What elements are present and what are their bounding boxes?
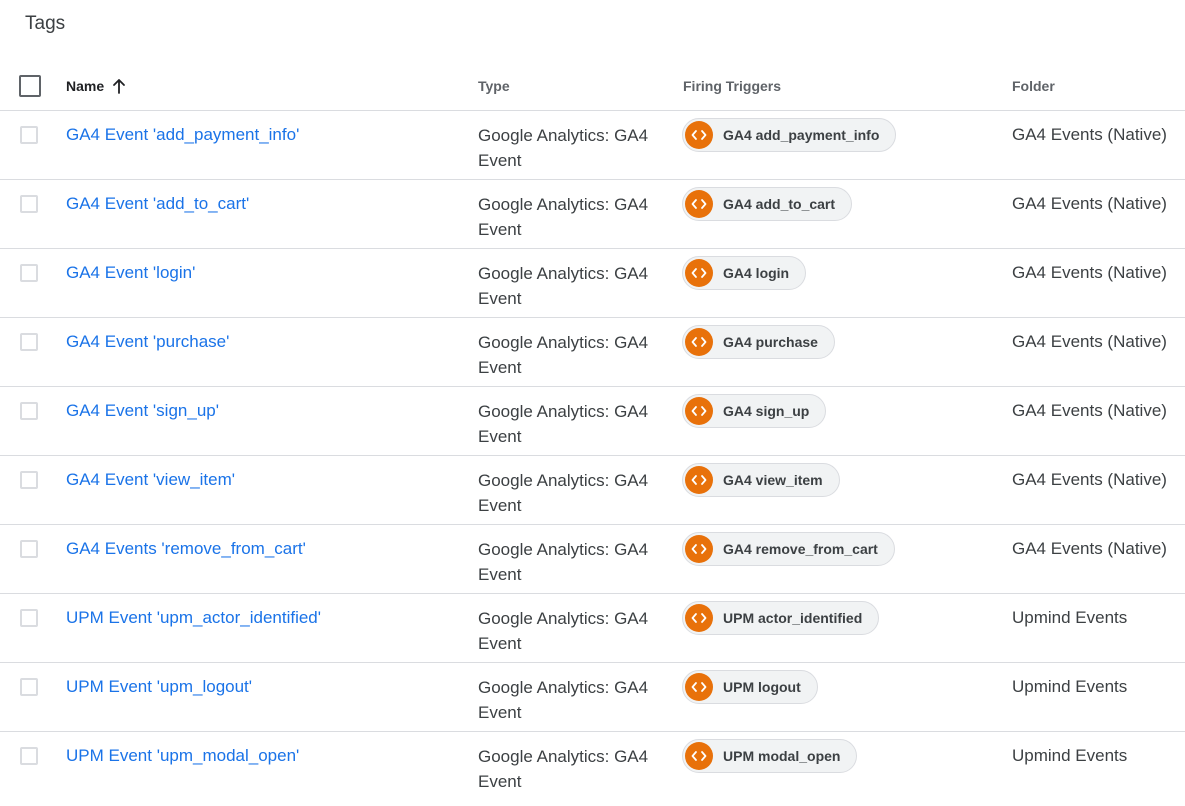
trigger-chip-label: GA4 sign_up bbox=[723, 403, 810, 419]
row-checkbox[interactable] bbox=[20, 747, 38, 765]
column-header-firing-triggers[interactable]: Firing Triggers bbox=[683, 77, 781, 95]
trigger-chip[interactable]: UPM modal_open bbox=[682, 739, 858, 773]
tag-type: Google Analytics: GA4 Event bbox=[478, 609, 649, 653]
tag-folder: GA4 Events (Native) bbox=[1012, 539, 1167, 558]
table-row[interactable]: GA4 Events 'remove_from_cart' Google Anal… bbox=[0, 525, 1185, 594]
column-header-type[interactable]: Type bbox=[478, 77, 510, 95]
code-brackets-icon bbox=[685, 259, 713, 287]
tag-type: Google Analytics: GA4 Event bbox=[478, 264, 649, 308]
trigger-chip-label: UPM modal_open bbox=[723, 748, 841, 764]
trigger-chip[interactable]: GA4 login bbox=[682, 256, 807, 290]
tag-folder: GA4 Events (Native) bbox=[1012, 194, 1167, 213]
row-checkbox[interactable] bbox=[20, 264, 38, 282]
row-checkbox[interactable] bbox=[20, 195, 38, 213]
tag-folder: GA4 Events (Native) bbox=[1012, 263, 1167, 282]
tag-type: Google Analytics: GA4 Event bbox=[478, 747, 649, 791]
table-row[interactable]: UPM Event 'upm_logout' Google Analytics: … bbox=[0, 663, 1185, 732]
table-row[interactable]: GA4 Event 'sign_up' Google Analytics: GA4… bbox=[0, 387, 1185, 456]
tag-type: Google Analytics: GA4 Event bbox=[478, 540, 649, 584]
code-brackets-icon bbox=[685, 397, 713, 425]
column-header-name-label: Name bbox=[66, 78, 105, 94]
tag-type: Google Analytics: GA4 Event bbox=[478, 678, 649, 722]
trigger-chip-label: GA4 view_item bbox=[723, 472, 823, 488]
trigger-chip[interactable]: GA4 view_item bbox=[682, 463, 840, 497]
row-checkbox[interactable] bbox=[20, 471, 38, 489]
tag-type: Google Analytics: GA4 Event bbox=[478, 195, 649, 239]
tag-name-link[interactable]: GA4 Event 'purchase' bbox=[66, 331, 229, 353]
select-all-checkbox[interactable] bbox=[19, 75, 41, 97]
tag-name-link[interactable]: UPM Event 'upm_logout' bbox=[66, 676, 252, 698]
table-row[interactable]: UPM Event 'upm_modal_open' Google Analyti… bbox=[0, 732, 1185, 801]
trigger-chip[interactable]: UPM logout bbox=[682, 670, 818, 704]
trigger-chip-label: GA4 login bbox=[723, 265, 790, 281]
trigger-chip[interactable]: GA4 remove_from_cart bbox=[682, 532, 895, 566]
row-checkbox[interactable] bbox=[20, 402, 38, 420]
column-header-name[interactable]: Name bbox=[66, 77, 126, 95]
tag-name-link[interactable]: GA4 Events 'remove_from_cart' bbox=[66, 538, 306, 560]
tag-folder: GA4 Events (Native) bbox=[1012, 470, 1167, 489]
trigger-chip-label: GA4 add_to_cart bbox=[723, 196, 836, 212]
trigger-chip-label: UPM actor_identified bbox=[723, 610, 863, 626]
row-checkbox[interactable] bbox=[20, 126, 38, 144]
tag-folder: GA4 Events (Native) bbox=[1012, 332, 1167, 351]
table-body: GA4 Event 'add_payment_info' Google Analy… bbox=[0, 111, 1185, 801]
tag-name-link[interactable]: GA4 Event 'add_payment_info' bbox=[66, 124, 299, 146]
tag-folder: GA4 Events (Native) bbox=[1012, 401, 1167, 420]
row-checkbox[interactable] bbox=[20, 609, 38, 627]
tag-name-link[interactable]: UPM Event 'upm_actor_identified' bbox=[66, 607, 321, 629]
code-brackets-icon bbox=[685, 328, 713, 356]
tag-folder: Upmind Events bbox=[1012, 677, 1128, 696]
code-brackets-icon bbox=[685, 121, 713, 149]
trigger-chip[interactable]: GA4 add_payment_info bbox=[682, 118, 897, 152]
trigger-chip-label: GA4 add_payment_info bbox=[723, 127, 880, 143]
column-header-folder[interactable]: Folder bbox=[1012, 77, 1055, 95]
page-title: Tags bbox=[25, 13, 66, 34]
code-brackets-icon bbox=[685, 535, 713, 563]
tag-name-link[interactable]: GA4 Event 'view_item' bbox=[66, 469, 235, 491]
trigger-chip-label: UPM logout bbox=[723, 679, 801, 695]
table-row[interactable]: GA4 Event 'view_item' Google Analytics: G… bbox=[0, 456, 1185, 525]
table-row[interactable]: UPM Event 'upm_actor_identified' Google A… bbox=[0, 594, 1185, 663]
tag-type: Google Analytics: GA4 Event bbox=[478, 402, 649, 446]
tag-folder: GA4 Events (Native) bbox=[1012, 125, 1167, 144]
code-brackets-icon bbox=[685, 673, 713, 701]
tag-name-link[interactable]: UPM Event 'upm_modal_open' bbox=[66, 745, 299, 767]
code-brackets-icon bbox=[685, 604, 713, 632]
trigger-chip[interactable]: GA4 purchase bbox=[682, 325, 835, 359]
arrow-up-icon[interactable] bbox=[112, 78, 126, 94]
tags-table: Name Type Firing Triggers Folder GA4 Eve… bbox=[0, 60, 1185, 801]
table-header: Name Type Firing Triggers Folder bbox=[0, 60, 1185, 111]
trigger-chip-label: GA4 remove_from_cart bbox=[723, 541, 878, 557]
tag-type: Google Analytics: GA4 Event bbox=[478, 126, 649, 170]
table-row[interactable]: GA4 Event 'add_payment_info' Google Analy… bbox=[0, 111, 1185, 180]
tag-type: Google Analytics: GA4 Event bbox=[478, 333, 649, 377]
table-row[interactable]: GA4 Event 'purchase' Google Analytics: GA… bbox=[0, 318, 1185, 387]
row-checkbox[interactable] bbox=[20, 540, 38, 558]
table-row[interactable]: GA4 Event 'add_to_cart' Google Analytics:… bbox=[0, 180, 1185, 249]
trigger-chip-label: GA4 purchase bbox=[723, 334, 818, 350]
tag-name-link[interactable]: GA4 Event 'add_to_cart' bbox=[66, 193, 249, 215]
tag-folder: Upmind Events bbox=[1012, 608, 1128, 627]
row-checkbox[interactable] bbox=[20, 333, 38, 351]
row-checkbox[interactable] bbox=[20, 678, 38, 696]
tag-type: Google Analytics: GA4 Event bbox=[478, 471, 649, 515]
tag-folder: Upmind Events bbox=[1012, 746, 1128, 765]
code-brackets-icon bbox=[685, 466, 713, 494]
tag-name-link[interactable]: GA4 Event 'sign_up' bbox=[66, 400, 219, 422]
trigger-chip[interactable]: GA4 add_to_cart bbox=[682, 187, 853, 221]
trigger-chip[interactable]: GA4 sign_up bbox=[682, 394, 827, 428]
tag-name-link[interactable]: GA4 Event 'login' bbox=[66, 262, 195, 284]
trigger-chip[interactable]: UPM actor_identified bbox=[682, 601, 880, 635]
table-row[interactable]: GA4 Event 'login' Google Analytics: GA4 E… bbox=[0, 249, 1185, 318]
code-brackets-icon bbox=[685, 190, 713, 218]
code-brackets-icon bbox=[685, 742, 713, 770]
